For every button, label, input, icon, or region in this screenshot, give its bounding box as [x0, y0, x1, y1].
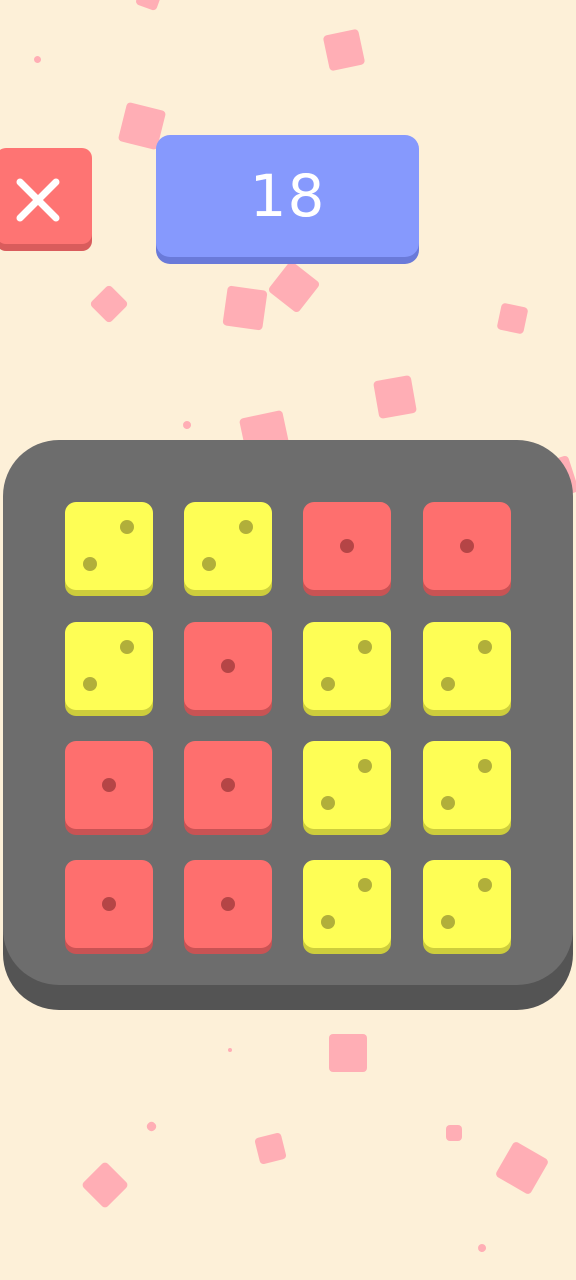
close-icon — [16, 178, 60, 222]
dice-pip — [202, 557, 216, 571]
dice-pip — [441, 677, 455, 691]
confetti-square — [496, 302, 529, 335]
dice-pip — [120, 640, 134, 654]
dice-tile-yellow[interactable] — [184, 502, 272, 590]
dice-pip — [321, 915, 335, 929]
confetti-square — [145, 1120, 158, 1133]
dice-tile-yellow[interactable] — [423, 741, 511, 829]
dice-tile-red[interactable] — [303, 502, 391, 590]
dice-pip — [460, 539, 474, 553]
dice-tile-yellow[interactable] — [423, 622, 511, 710]
dice-pip — [221, 778, 235, 792]
dice-tile-yellow[interactable] — [65, 502, 153, 590]
confetti-square — [446, 1125, 462, 1141]
dice-tile-red[interactable] — [184, 622, 272, 710]
dice-pip — [441, 796, 455, 810]
confetti-square — [181, 419, 193, 431]
confetti-square — [228, 1048, 232, 1052]
confetti-square — [267, 260, 321, 314]
dice-pip — [102, 897, 116, 911]
dice-tile-red[interactable] — [184, 741, 272, 829]
confetti-square — [322, 28, 366, 72]
confetti-square — [494, 1140, 550, 1196]
dice-pip — [221, 659, 235, 673]
confetti-square — [80, 1160, 130, 1210]
dice-tile-red[interactable] — [423, 502, 511, 590]
dice-tile-yellow[interactable] — [65, 622, 153, 710]
dice-pip — [221, 897, 235, 911]
confetti-square — [254, 1132, 287, 1165]
dice-pip — [358, 759, 372, 773]
confetti-square — [89, 284, 129, 324]
dice-tile-yellow[interactable] — [423, 860, 511, 948]
dice-pip — [478, 759, 492, 773]
dice-pip — [478, 640, 492, 654]
dice-pip — [83, 677, 97, 691]
dice-tile-red[interactable] — [65, 860, 153, 948]
confetti-square — [222, 285, 268, 331]
dice-pip — [102, 778, 116, 792]
dice-pip — [358, 640, 372, 654]
dice-tile-yellow[interactable] — [303, 860, 391, 948]
dice-pip — [239, 520, 253, 534]
score-value: 18 — [249, 162, 326, 230]
dice-tile-red[interactable] — [65, 741, 153, 829]
confetti-square — [134, 0, 162, 12]
dice-pip — [321, 796, 335, 810]
confetti-square — [476, 1242, 488, 1254]
dice-tile-yellow[interactable] — [303, 622, 391, 710]
dice-pip — [120, 520, 134, 534]
close-button[interactable] — [0, 148, 92, 244]
dice-pip — [358, 878, 372, 892]
dice-pip — [340, 539, 354, 553]
score-display: 18 — [156, 135, 419, 257]
confetti-square — [329, 1034, 367, 1072]
dice-pip — [478, 878, 492, 892]
game-board — [3, 440, 573, 985]
dice-pip — [441, 915, 455, 929]
dice-pip — [83, 557, 97, 571]
dice-tile-yellow[interactable] — [303, 741, 391, 829]
dice-tile-red[interactable] — [184, 860, 272, 948]
confetti-square — [33, 55, 42, 64]
confetti-square — [372, 374, 418, 420]
dice-pip — [321, 677, 335, 691]
